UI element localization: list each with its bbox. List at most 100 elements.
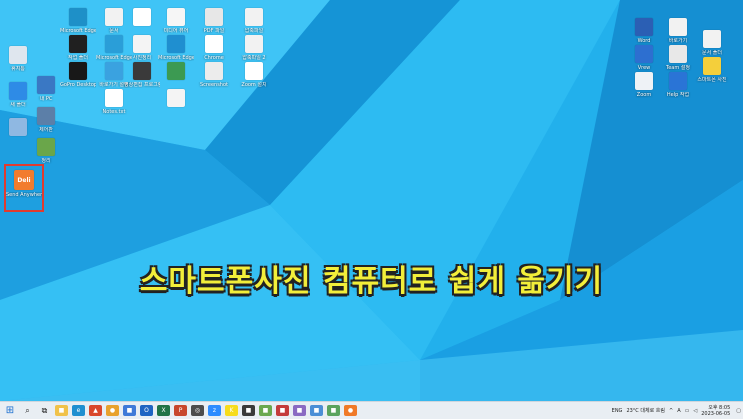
outlook-icon[interactable]: O	[140, 405, 153, 416]
app-icon	[167, 62, 185, 80]
desktop-icon-label: 바로가기	[668, 38, 688, 44]
desktop-icon-label: Notes.txt	[102, 109, 126, 115]
excel-icon[interactable]: X	[157, 405, 170, 416]
desktop-icon[interactable]: GoPro Desktop	[60, 62, 96, 88]
cloud-icon	[9, 118, 27, 136]
desktop-icon[interactable]	[124, 8, 160, 28]
capture-icon[interactable]: ■	[276, 405, 289, 416]
zip-icon	[245, 35, 263, 53]
file-explorer-icon[interactable]: ■	[55, 405, 68, 416]
photos-app-icon[interactable]: ■	[259, 405, 272, 416]
desktop-icon-label: Microsoft Edge	[158, 55, 194, 61]
search-app-icon[interactable]: ◎	[191, 405, 204, 416]
desktop-icon[interactable]: Team 설정	[660, 45, 696, 71]
orange-app-icon[interactable]: ●	[344, 405, 357, 416]
desktop-icon-label: 내 PC	[39, 96, 53, 102]
desktop-icon[interactable]: Zoom 설치	[236, 62, 272, 88]
desktop-icon[interactable]: 미디어 뷰어	[158, 8, 194, 34]
zoom-icon[interactable]: z	[208, 405, 221, 416]
desktop-icon[interactable]: 내 PC	[28, 76, 64, 102]
desktop-icon[interactable]	[158, 89, 194, 109]
desktop-icon[interactable]: Microsoft Edge	[158, 35, 194, 61]
desktop-icon[interactable]: 스마트폰 사진	[694, 57, 730, 83]
desktop-icon[interactable]: 문서 폴더	[694, 30, 730, 56]
document-icon	[669, 45, 687, 63]
word-icon	[635, 18, 653, 36]
ime-indicator[interactable]: A	[677, 408, 680, 414]
desktop-icon[interactable]: 정리	[28, 138, 64, 164]
desktop-icon[interactable]: Microsoft Edge	[60, 8, 96, 34]
desktop-icon-label: Screenshot	[200, 82, 228, 88]
file-icon	[133, 8, 151, 26]
desktop-icon[interactable]: 휴지통	[0, 46, 36, 72]
clock[interactable]: 오후 8:05 2023-06-05	[701, 405, 730, 417]
language-indicator[interactable]: ENG	[612, 408, 623, 414]
gallery-icon[interactable]: ■	[293, 405, 306, 416]
chrome-icon[interactable]: ●	[106, 405, 119, 416]
desktop-icon-label: GoPro Desktop	[60, 82, 96, 88]
desktop-icon-label: Word	[637, 38, 651, 44]
recycle-bin-icon	[9, 46, 27, 64]
edge-icon	[167, 35, 185, 53]
chevron-up-icon[interactable]: ^	[669, 408, 673, 414]
video-icon	[133, 62, 151, 80]
desktop-icon[interactable]: PDF 파일	[196, 8, 232, 34]
zip-icon	[167, 89, 185, 107]
network-icon[interactable]: ▭	[685, 408, 690, 414]
desktop-icon-label: Team 설정	[665, 65, 690, 71]
desktop-icon-label: 스마트폰 사진	[697, 77, 727, 83]
tool-app-icon[interactable]: ■	[327, 405, 340, 416]
volume-icon[interactable]: ◁	[693, 408, 697, 414]
desktop-icon[interactable]: 압축파일 2	[236, 35, 272, 61]
store-icon[interactable]: ■	[123, 405, 136, 416]
desktop-icon[interactable]: Vrew	[626, 45, 662, 71]
photos-icon[interactable]: ▲	[89, 405, 102, 416]
desktop-icon-label: 영상편집 프로그램	[124, 82, 160, 88]
desktop: 휴지통 새 폴더 내 PC 제어판 정리 Microsoft Edge 작업 폴더 GoPro…	[0, 0, 743, 401]
desktop-icon-label: 미디어 뷰어	[163, 28, 189, 34]
desktop-icon[interactable]: Help 작업	[660, 72, 696, 98]
help-icon	[669, 72, 687, 90]
weather-widget[interactable]: 23°C 대체로 흐림	[626, 407, 665, 414]
zip-icon	[245, 8, 263, 26]
taskbar-apps: ■ e ▲ ● ■ O X P ◎ z K ■ ■ ■ ■ ■ ■ ●	[53, 405, 359, 416]
desktop-icon-label: 압축파일 2	[242, 55, 266, 61]
desktop-icon-label: 작업 폴더	[68, 55, 88, 61]
document-icon	[669, 18, 687, 36]
desktop-icon[interactable]: Word	[626, 18, 662, 44]
folder-icon	[703, 57, 721, 75]
edge-icon[interactable]: e	[72, 405, 85, 416]
document-icon	[703, 30, 721, 48]
start-button[interactable]: ⊞	[3, 405, 17, 416]
desktop-icon[interactable]: 영상편집 프로그램	[124, 62, 160, 88]
desktop-icon[interactable]: Screenshot	[196, 62, 232, 88]
notification-icon[interactable]: ▢	[736, 408, 741, 414]
app-icon[interactable]: ■	[242, 405, 255, 416]
folder-icon	[9, 82, 27, 100]
system-tray: ENG 23°C 대체로 흐림 ^ A ▭ ◁ 오후 8:05 2023-06-…	[610, 405, 743, 417]
desktop-icon[interactable]: 압축파일	[236, 8, 272, 34]
text-file-icon	[105, 89, 123, 107]
desktop-icon[interactable]	[158, 62, 194, 82]
desktop-icon-label: Help 작업	[666, 92, 690, 98]
tool-icon	[37, 138, 55, 156]
desktop-icon[interactable]: Notes.txt	[96, 89, 132, 115]
desktop-icon-label: Zoom	[636, 92, 652, 98]
desktop-icon[interactable]: 바로가기	[660, 18, 696, 44]
settings-app-icon[interactable]: ■	[310, 405, 323, 416]
desktop-icon-label: 사진정리	[132, 55, 152, 61]
desktop-icon[interactable]: 제어판	[28, 107, 64, 133]
desktop-icon[interactable]: Zoom	[626, 72, 662, 98]
desktop-icon[interactable]: 작업 폴더	[60, 35, 96, 61]
camera-icon	[69, 62, 87, 80]
desktop-icon-label: Chrome	[204, 55, 224, 61]
powerpoint-icon[interactable]: P	[174, 405, 187, 416]
image-icon	[205, 62, 223, 80]
desktop-icon[interactable]: Chrome	[196, 35, 232, 61]
kakao-icon[interactable]: K	[225, 405, 238, 416]
desktop-icon-label: Microsoft Edge	[60, 28, 96, 34]
desktop-icon[interactable]: 사진정리	[124, 35, 160, 61]
vrew-icon	[635, 45, 653, 63]
search-button[interactable]: ⌕	[21, 405, 34, 416]
task-view-button[interactable]: ⧉	[38, 405, 51, 416]
